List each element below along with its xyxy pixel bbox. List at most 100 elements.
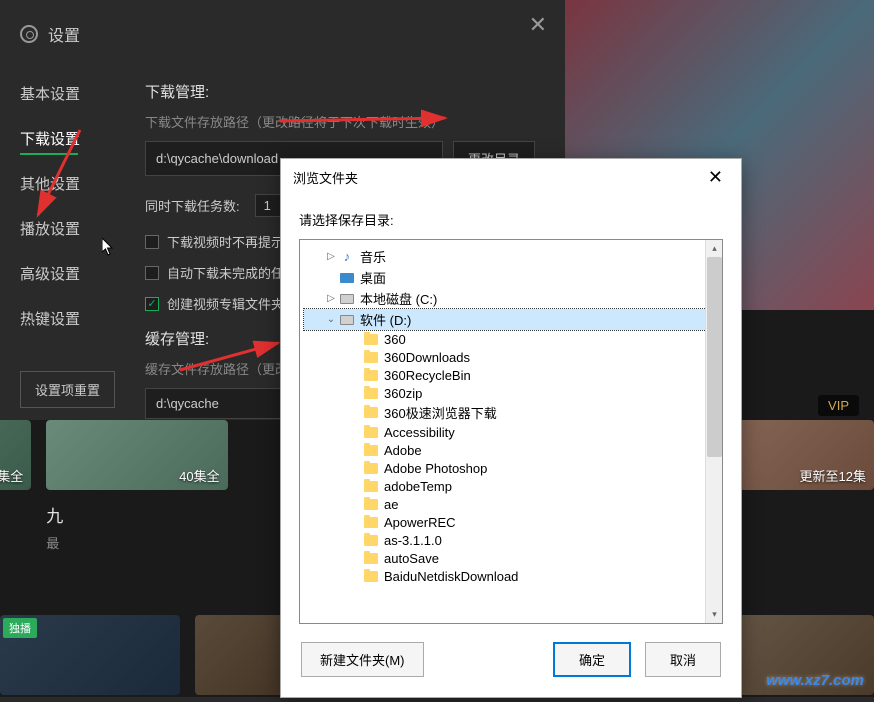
settings-header: 设置 [0,0,565,56]
folder-icon [362,532,380,548]
tree-label: autoSave [384,551,439,566]
tree-label: 360Downloads [384,350,470,365]
tree-item[interactable]: 360Downloads [304,348,718,366]
tree-label: 360zip [384,386,422,401]
close-icon[interactable]: ✕ [529,12,547,38]
tree-item[interactable]: Adobe [304,441,718,459]
collapse-icon[interactable]: ⌄ [324,314,338,325]
settings-sidebar: 基本设置 下载设置 其他设置 播放设置 高级设置 热键设置 设置项重置 [0,56,115,437]
tree-label: as-3.1.1.0 [384,533,442,548]
sidebar-item-other[interactable]: 其他设置 [0,161,115,206]
tree-label: 本地磁盘 (C:) [360,289,437,308]
tree-item[interactable]: 360RecycleBin [304,366,718,384]
folder-tree[interactable]: ▷ ♪ 音乐 桌面 ▷ 本地磁盘 (C:) ⌄ 软件 (D:) 360 360Do… [300,240,722,591]
cancel-button[interactable]: 取消 [645,642,721,677]
card-subtitle: 都市剧榜第1名 [0,533,31,552]
tree-item[interactable]: ae [304,495,718,513]
folder-icon [362,442,380,458]
video-card[interactable]: 9集全 今日宜加油 都市剧榜第1名 [0,420,31,600]
checkbox-auto-download[interactable] [145,266,159,280]
tree-item[interactable]: 360zip [304,384,718,402]
section-title: 下载管理: [145,81,535,102]
tree-label: BaiduNetdiskDownload [384,569,518,584]
tree-item[interactable]: 360极速浏览器下载 [304,402,718,423]
dialog-header: 浏览文件夹 ✕ [281,159,741,196]
close-icon[interactable]: ✕ [702,167,729,188]
sidebar-item-hotkey[interactable]: 热键设置 [0,296,115,341]
tree-item[interactable]: ▷ ♪ 音乐 [304,246,718,267]
video-card[interactable]: 独播 [0,615,180,695]
sidebar-item-basic[interactable]: 基本设置 [0,71,115,116]
tree-item[interactable]: BaiduNetdiskDownload [304,567,718,585]
folder-icon [362,568,380,584]
card-title: 今日宜加油 [0,502,31,527]
folder-icon [362,460,380,476]
folder-icon [362,331,380,347]
ok-button[interactable]: 确定 [553,642,631,677]
tree-label: 360 [384,332,406,347]
tree-item-selected[interactable]: ⌄ 软件 (D:) [304,309,718,330]
checkbox-album-folder[interactable] [145,297,159,311]
tree-item[interactable]: 360 [304,330,718,348]
tree-item[interactable]: Adobe Photoshop [304,459,718,477]
folder-icon [362,550,380,566]
sidebar-item-download[interactable]: 下载设置 [0,116,115,161]
tree-label: 桌面 [360,268,386,287]
tree-label: Accessibility [384,425,455,440]
scroll-up-icon[interactable]: ▴ [707,241,722,256]
folder-icon [362,514,380,530]
checkbox-label: 自动下载未完成的任务 [167,263,297,282]
expand-icon[interactable]: ▷ [324,293,338,304]
vip-badge: VIP [818,395,859,416]
tree-label: ApowerREC [384,515,456,530]
tree-label: ae [384,497,398,512]
sidebar-item-playback[interactable]: 播放设置 [0,206,115,251]
tree-label: 音乐 [360,247,386,266]
dialog-footer: 新建文件夹(M) 确定 取消 [281,624,741,695]
checkbox-label: 下载视频时不再提示 [167,232,284,251]
hint-text: 下载文件存放路径（更改路径将于下次下载时生效） [145,112,535,131]
settings-title: 设置 [48,22,80,46]
sidebar-item-advanced[interactable]: 高级设置 [0,251,115,296]
tree-label: Adobe [384,443,422,458]
expand-icon[interactable]: ▷ [324,251,338,262]
disk-icon [338,312,356,328]
tree-item[interactable]: Accessibility [304,423,718,441]
desktop-icon [338,270,356,286]
label-concurrent: 同时下载任务数: [145,196,240,215]
scroll-down-icon[interactable]: ▾ [707,607,722,622]
folder-icon [362,496,380,512]
tree-label: Adobe Photoshop [384,461,487,476]
video-card[interactable]: 40集全 九 最 [46,420,227,600]
folder-tree-container: ▷ ♪ 音乐 桌面 ▷ 本地磁盘 (C:) ⌄ 软件 (D:) 360 360Do… [299,239,723,624]
dialog-label: 请选择保存目录: [281,196,741,239]
folder-icon [362,349,380,365]
dialog-title: 浏览文件夹 [293,168,358,187]
tree-item[interactable]: ▷ 本地磁盘 (C:) [304,288,718,309]
tree-item[interactable]: ApowerREC [304,513,718,531]
checkbox-label: 创建视频专辑文件夹 [167,294,284,313]
tree-item[interactable]: as-3.1.1.0 [304,531,718,549]
music-icon: ♪ [338,249,356,265]
tree-item[interactable]: 桌面 [304,267,718,288]
folder-icon [362,367,380,383]
new-folder-button[interactable]: 新建文件夹(M) [301,642,424,677]
checkbox-no-prompt[interactable] [145,235,159,249]
scroll-thumb[interactable] [707,257,722,457]
disk-icon [338,291,356,307]
folder-browse-dialog: 浏览文件夹 ✕ 请选择保存目录: ▷ ♪ 音乐 桌面 ▷ 本地磁盘 (C:) ⌄… [280,158,742,698]
scrollbar[interactable]: ▴ ▾ [705,240,722,623]
tree-label: adobeTemp [384,479,452,494]
tree-label: 360RecycleBin [384,368,471,383]
reset-button[interactable]: 设置项重置 [20,371,115,408]
tree-item[interactable]: autoSave [304,549,718,567]
tree-label: 软件 (D:) [360,310,411,329]
tree-item[interactable]: adobeTemp [304,477,718,495]
card-subtitle: 最 [46,533,227,552]
episode-badge: 9集全 [0,466,23,485]
folder-icon [362,424,380,440]
exclusive-badge: 独播 [3,618,37,638]
episode-badge: 40集全 [179,466,219,485]
folder-icon [362,385,380,401]
folder-icon [362,478,380,494]
